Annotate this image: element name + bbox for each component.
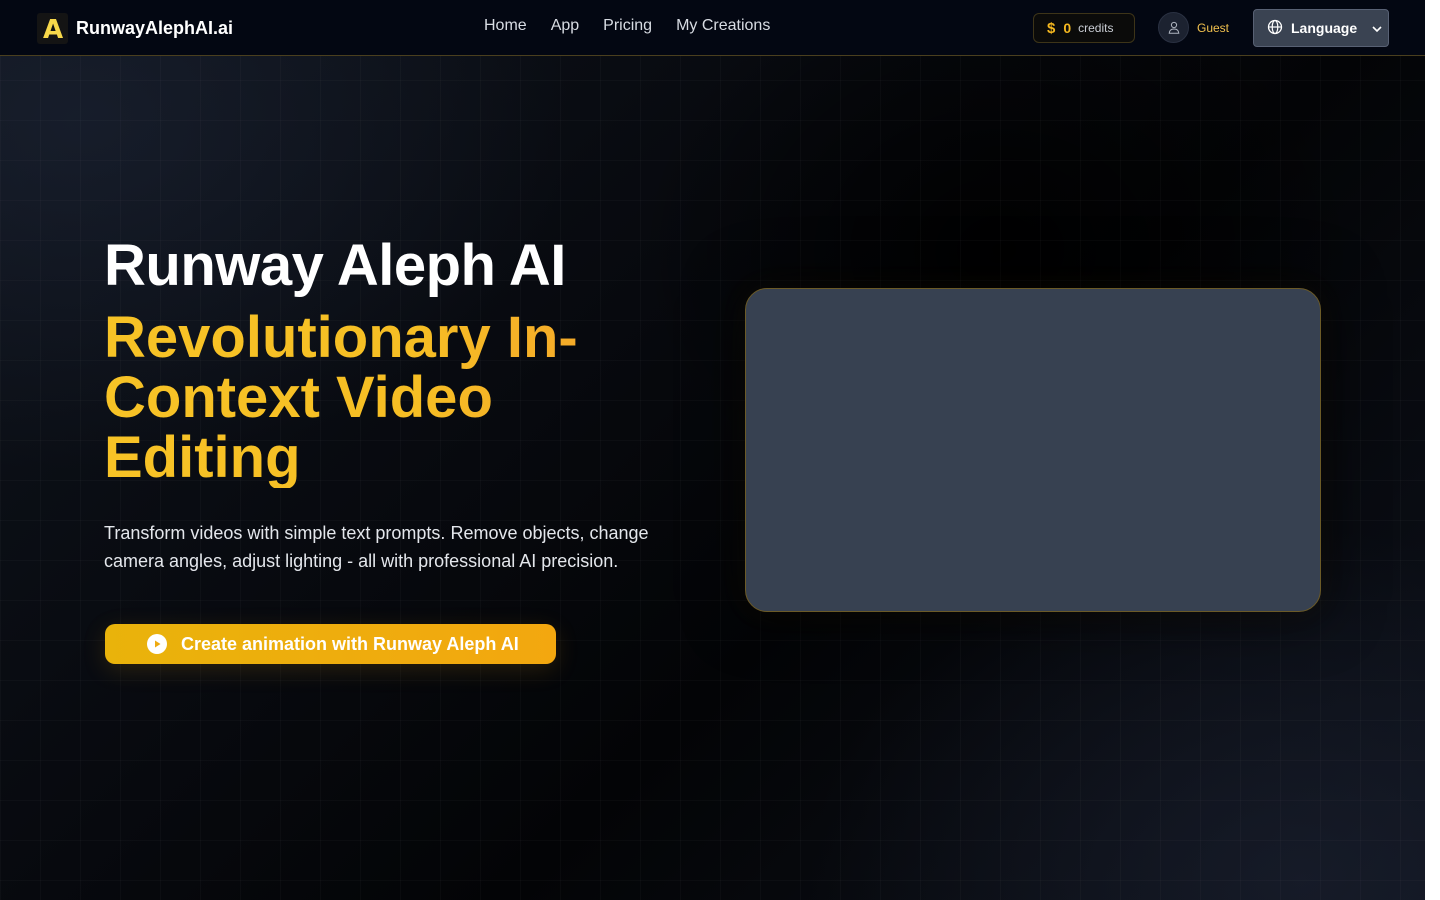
user-icon [1158,12,1189,43]
hero-subtitle-line: Editing [104,425,301,490]
video-preview[interactable] [745,288,1321,612]
logo-mark-icon: A [37,12,68,44]
create-animation-button[interactable]: Create animation with Runway Aleph AI [105,624,556,664]
nav-home[interactable]: Home [484,17,527,35]
nav-pricing[interactable]: Pricing [603,17,652,35]
create-animation-label: Create animation with Runway Aleph AI [181,633,519,654]
credits-label: credits [1078,21,1114,35]
user-name: Guest [1197,20,1230,35]
hero-subtitle-line: Context Video [104,365,493,430]
globe-icon [1267,19,1283,38]
dollar-icon: $ [1047,19,1056,37]
hero-description-line: camera angles, adjust lighting - all wit… [104,551,619,571]
nav-my-creations[interactable]: My Creations [676,17,770,35]
logo-link[interactable]: A RunwayAlephAI.ai [37,12,233,44]
main-nav: Home App Pricing My Creations [484,17,770,35]
hero-description: Transform videos with simple text prompt… [104,519,674,575]
hero-subtitle: Revolutionary In- Context Video Editing [104,308,624,488]
top-header: A RunwayAlephAI.ai Home App Pricing My C… [0,0,1425,56]
svg-text:A: A [42,15,62,41]
credits-badge[interactable]: $ 0 credits [1033,13,1135,43]
play-icon [147,634,167,654]
hero-title: Runway Aleph AI [104,233,566,298]
hero-subtitle-line: Revolutionary In- [104,305,578,370]
scrollbar-gutter [1425,0,1440,900]
brand-name: RunwayAlephAI.ai [76,17,234,38]
user-menu[interactable]: Guest [1158,12,1229,43]
language-label: Language [1291,20,1358,36]
credits-count: 0 [1063,20,1072,36]
language-button[interactable]: Language [1253,9,1389,47]
page: A RunwayAlephAI.ai Home App Pricing My C… [0,0,1440,900]
hero-description-line: Transform videos with simple text prompt… [104,523,649,543]
nav-app[interactable]: App [551,17,579,35]
chevron-down-icon [1371,20,1383,36]
